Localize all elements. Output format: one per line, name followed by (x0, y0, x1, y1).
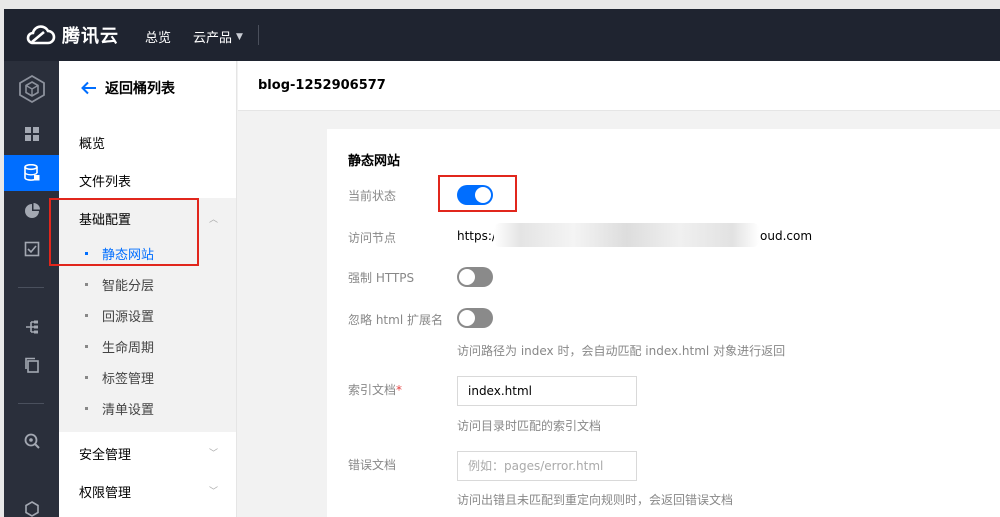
ignore-extension-hint: 访问路径为 index 时，会自动匹配 index.html 对象进行返回 (457, 344, 786, 358)
arrow-left-icon (81, 81, 96, 95)
top-navbar: 腾讯云 总览 云产品 ▼ (4, 9, 1000, 61)
bullet-icon (85, 345, 88, 348)
batch-ops-nav[interactable] (4, 347, 59, 383)
index-document-label-text: 索引文档 (348, 383, 397, 397)
sidebar-item-overview[interactable]: 概览 (79, 133, 105, 152)
brand-name: 腾讯云 (62, 26, 119, 47)
back-to-bucket-list-link[interactable]: 返回桶列表 (81, 78, 175, 98)
page-title: blog-1252906577 (258, 78, 386, 93)
bucket-header: blog-1252906577 (238, 61, 1000, 111)
sidebar-item-origin-settings[interactable]: 回源设置 (85, 306, 154, 325)
sidebar-item-label: 智能分层 (102, 279, 155, 294)
sidebar-item-label: 清单设置 (102, 403, 155, 418)
bullet-icon (85, 314, 88, 317)
chevron-down-icon: ﹀ (209, 449, 219, 459)
caret-down-icon: ▼ (236, 31, 243, 42)
status-label: 当前状态 (348, 189, 397, 203)
endpoint-suffix: oud.com (760, 229, 813, 243)
panel-title: 静态网站 (348, 154, 401, 169)
index-document-input[interactable]: index.html (457, 376, 637, 406)
sidebar-item-label: 标签管理 (102, 372, 155, 387)
index-document-hint: 访问目录时匹配的索引文档 (457, 419, 602, 433)
sidebar-group-security[interactable]: 安全管理 (79, 444, 131, 463)
sidebar-item-file-list[interactable]: 文件列表 (79, 171, 131, 190)
required-mark: * (396, 383, 403, 397)
ignore-extension-label: 忽略 html 扩展名 (348, 313, 443, 327)
tree-icon (25, 320, 38, 334)
search-tool-nav[interactable] (4, 423, 59, 459)
annotation-highlight-box (49, 198, 199, 266)
window-frame-top (0, 0, 1000, 9)
chevron-up-icon: ︿ (209, 215, 219, 225)
bucket-list-nav[interactable] (4, 155, 59, 191)
bullet-icon (85, 407, 88, 410)
endpoint-label: 访问节点 (348, 231, 397, 245)
sidebar-group-permission[interactable]: 权限管理 (79, 482, 131, 501)
ignore-extension-toggle[interactable] (457, 308, 493, 328)
error-document-label: 错误文档 (348, 458, 397, 472)
grid-icon (24, 127, 39, 141)
back-label: 返回桶列表 (105, 81, 175, 97)
workflow-nav[interactable] (4, 309, 59, 345)
dashboard-nav[interactable] (4, 116, 59, 152)
nav-divider (258, 25, 259, 45)
window-frame-left (0, 0, 4, 517)
force-https-label: 强制 HTTPS (348, 271, 415, 285)
redacted-endpoint (494, 223, 759, 247)
product-icon-bar (4, 61, 59, 517)
sidebar-item-lifecycle[interactable]: 生命周期 (85, 337, 154, 356)
bucket-sidebar: 返回桶列表 概览 文件列表 基础配置 ︿ 静态网站 智能分层 回源设置 生命周期… (59, 61, 237, 517)
sidebar-item-inventory-settings[interactable]: 清单设置 (85, 399, 154, 418)
sidebar-item-tag-management[interactable]: 标签管理 (85, 368, 154, 387)
index-document-label: 索引文档* (348, 381, 402, 398)
force-https-toggle[interactable] (457, 267, 493, 287)
hexagon-cube-icon (18, 74, 45, 104)
static-website-panel: 静态网站 当前状态 访问节点 https://b oud.com 强制 HTTP… (327, 129, 1000, 517)
iconbar-divider (18, 403, 44, 404)
chevron-down-icon: ﹀ (209, 487, 219, 497)
nav-products-label: 云产品 (193, 31, 233, 46)
sidebar-item-intelligent-tiering[interactable]: 智能分层 (85, 275, 154, 294)
more-tool-nav[interactable] (4, 501, 59, 517)
bullet-icon (85, 376, 88, 379)
toggle-knob (459, 269, 475, 285)
clipboard-check-icon (24, 241, 39, 257)
nav-products-dropdown[interactable]: 云产品 ▼ (193, 27, 243, 46)
sidebar-item-label: 生命周期 (102, 341, 155, 356)
database-icon (23, 164, 39, 181)
annotation-highlight-box (438, 175, 517, 212)
error-document-hint: 访问出错且未匹配到重定向规则时，会返回错误文档 (457, 493, 734, 507)
toggle-knob (459, 310, 475, 326)
nav-overview[interactable]: 总览 (145, 27, 171, 46)
sidebar-item-label: 回源设置 (102, 310, 155, 325)
iconbar-divider (18, 287, 44, 288)
hexagon-icon (24, 501, 39, 517)
copy-icon (24, 357, 39, 373)
pie-chart-icon (24, 203, 40, 218)
bullet-icon (85, 283, 88, 286)
cloud-logo-icon (26, 25, 56, 45)
cos-product-icon[interactable] (4, 69, 59, 109)
search-icon (24, 433, 40, 449)
error-document-input[interactable]: 例如：pages/error.html (457, 451, 637, 481)
brand-logo[interactable]: 腾讯云 (24, 22, 119, 48)
